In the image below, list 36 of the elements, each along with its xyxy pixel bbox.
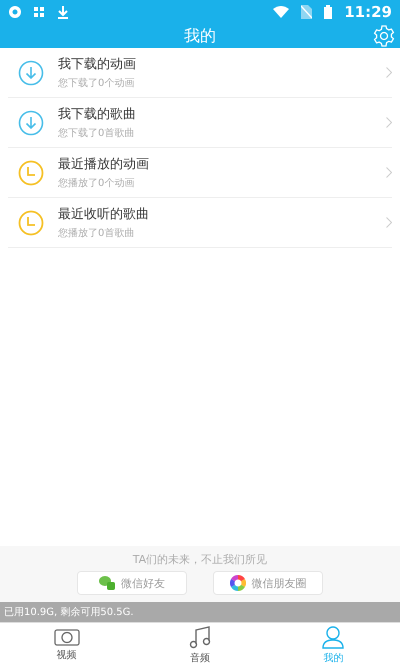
download-icon [18,110,44,136]
row-title: 最近收听的歌曲 [58,206,150,223]
person-icon [322,624,344,648]
menu-row[interactable]: 我下载的歌曲 您下载了0首歌曲 [8,98,392,148]
download-icon [57,6,69,18]
row-subtitle: 您下载了0个动画 [58,76,136,90]
chat-bubbles-icon [99,576,115,590]
chevron-right-icon [386,217,392,228]
row-subtitle: 您下载了0首歌曲 [58,126,136,140]
row-title: 最近播放的动画 [58,156,150,173]
chevron-right-icon [386,167,392,178]
slogan-text: TA们的未来，不止我们所见 [132,552,268,567]
menu-row[interactable]: 最近收听的歌曲 您播放了0首歌曲 [8,198,392,248]
battery-icon [324,5,332,19]
aperture-icon [230,575,246,591]
camera-icon [54,628,80,646]
settings-icon[interactable] [372,24,396,48]
menu-row[interactable]: 我下载的动画 您下载了0个动画 [8,48,392,98]
page-title: 我的 [184,26,216,46]
clock-icon [18,210,44,236]
music-note-icon [188,624,211,648]
row-subtitle: 您播放了0个动画 [58,176,136,190]
clock-time: 11:29 [344,3,392,21]
menu-row[interactable]: 最近播放的动画 您播放了0个动画 [8,148,392,198]
chevron-right-icon [386,117,392,128]
row-title: 我下载的歌曲 [58,106,137,123]
grid-icon [34,6,45,18]
no-sim-icon [301,5,312,19]
row-title: 我下载的动画 [58,56,137,73]
clock-icon [18,160,44,186]
wifi-icon [273,6,290,18]
sync-icon [8,5,22,19]
row-subtitle: 您播放了0首歌曲 [58,226,136,240]
download-icon [18,60,44,86]
chevron-right-icon [386,67,392,78]
storage-text: 已用10.9G, 剩余可用50.5G. [4,606,134,619]
